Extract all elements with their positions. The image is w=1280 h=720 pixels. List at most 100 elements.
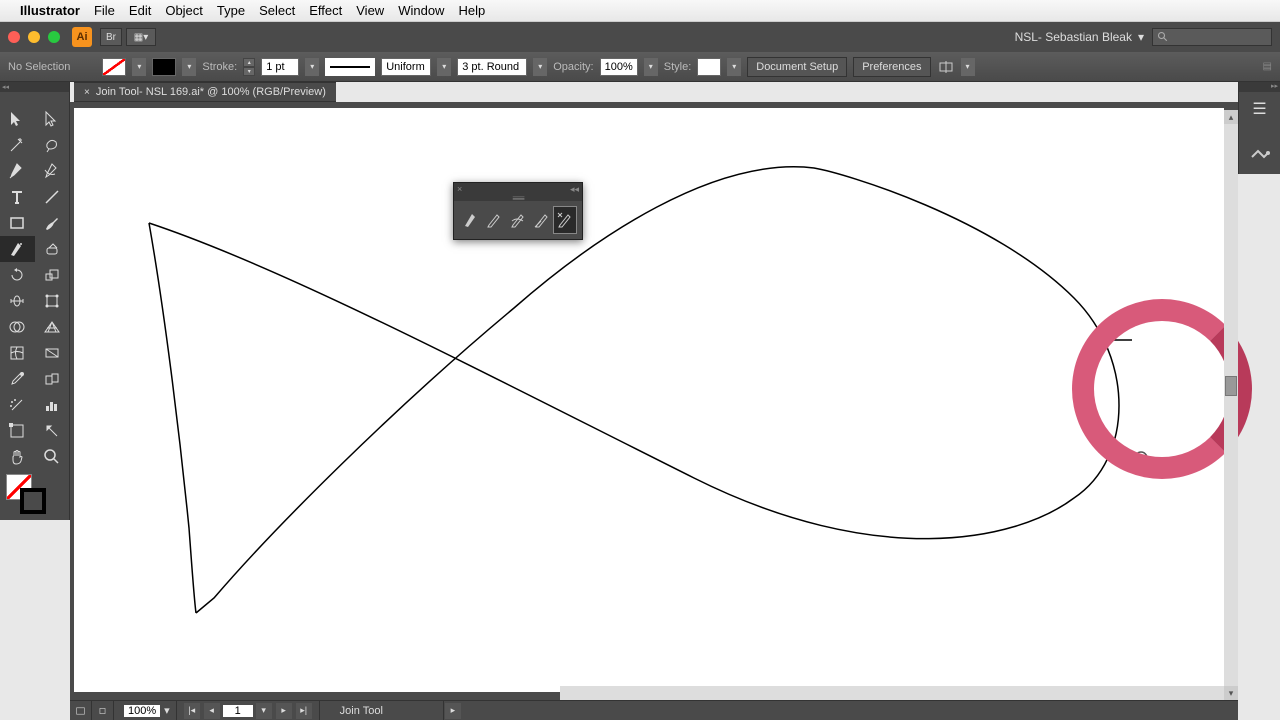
scale-tool[interactable] — [35, 262, 70, 288]
right-dock-expand[interactable]: ▸▸ — [1239, 82, 1280, 92]
properties-panel-icon[interactable] — [1244, 144, 1276, 170]
workspace-switcher[interactable]: NSL- Sebastian Bleak ▾ — [1015, 30, 1144, 44]
stroke-weight-input[interactable]: 1 pt — [261, 58, 299, 76]
align-to-dropdown[interactable]: ▾ — [961, 58, 975, 76]
smooth-tool[interactable] — [507, 207, 529, 233]
shaper-tool[interactable] — [0, 236, 35, 262]
free-transform-tool[interactable] — [35, 288, 70, 314]
direct-selection-tool[interactable] — [35, 106, 70, 132]
stroke-swatch[interactable] — [152, 58, 176, 76]
width-icon — [8, 292, 26, 310]
document-tab[interactable]: × Join Tool- NSL 169.ai* @ 100% (RGB/Pre… — [74, 83, 336, 101]
gradient-tool[interactable] — [35, 340, 70, 366]
app-name[interactable]: Illustrator — [20, 3, 80, 18]
menu-edit[interactable]: Edit — [129, 3, 151, 18]
zoom-level[interactable]: 100%▾ — [114, 701, 177, 720]
menu-select[interactable]: Select — [259, 3, 295, 18]
line-segment-tool[interactable] — [35, 184, 70, 210]
graphic-style-swatch[interactable] — [697, 58, 721, 76]
document-setup-button[interactable]: Document Setup — [747, 57, 847, 77]
variable-width-select[interactable]: Uniform — [381, 58, 431, 76]
search-input[interactable] — [1152, 28, 1272, 46]
graphic-style-dropdown[interactable]: ▾ — [727, 58, 741, 76]
blend-tool[interactable] — [35, 366, 70, 392]
prev-artboard-button[interactable]: ◂ — [204, 703, 220, 719]
scroll-thumb[interactable] — [1225, 376, 1237, 396]
first-artboard-button[interactable]: |◂ — [184, 703, 200, 719]
artboard-dropdown[interactable]: ▾ — [256, 703, 272, 719]
scroll-down-icon[interactable]: ▾ — [1224, 686, 1238, 700]
opacity-dropdown[interactable]: ▾ — [644, 58, 658, 76]
rotate-tool[interactable] — [0, 262, 35, 288]
brush-select[interactable]: 3 pt. Round — [457, 58, 527, 76]
type-tool[interactable] — [0, 184, 35, 210]
path-eraser-tool[interactable] — [531, 207, 553, 233]
menu-view[interactable]: View — [356, 3, 384, 18]
pencil-tool[interactable] — [484, 207, 506, 233]
pen-tool[interactable] — [0, 158, 35, 184]
status-menu-dropdown[interactable]: ▸ — [445, 703, 461, 719]
gpu-preview-icon[interactable] — [70, 701, 92, 720]
last-artboard-button[interactable]: ▸| — [296, 703, 312, 719]
menu-effect[interactable]: Effect — [309, 3, 342, 18]
bridge-button[interactable]: Br — [100, 28, 122, 46]
lasso-tool[interactable] — [35, 132, 70, 158]
close-tab-icon[interactable]: × — [84, 87, 90, 98]
symbol-sprayer-tool[interactable] — [0, 392, 35, 418]
menu-window[interactable]: Window — [398, 3, 444, 18]
fill-dropdown[interactable]: ▾ — [132, 58, 146, 76]
shaper-tool[interactable] — [460, 207, 482, 233]
slice-tool[interactable] — [35, 418, 70, 444]
minimize-window-icon[interactable] — [28, 31, 40, 43]
brush-dropdown[interactable]: ▾ — [533, 58, 547, 76]
paintbrush-tool[interactable] — [35, 210, 70, 236]
mesh-tool[interactable] — [0, 340, 35, 366]
opacity-input[interactable]: 100% — [600, 58, 638, 76]
tools-panel-collapse[interactable] — [0, 82, 69, 92]
menu-file[interactable]: File — [94, 3, 115, 18]
shape-builder-tool[interactable] — [0, 314, 35, 340]
tools-panel — [0, 82, 70, 520]
pencil-tool-group-panel[interactable]: × ◂◂ — [453, 182, 583, 240]
perspective-grid-tool[interactable] — [35, 314, 70, 340]
control-bar-menu-icon[interactable]: ▤ — [1263, 61, 1272, 72]
panel-close-icon[interactable]: × — [457, 184, 462, 194]
hand-tool[interactable] — [0, 444, 35, 470]
next-artboard-button[interactable]: ▸ — [276, 703, 292, 719]
preferences-button[interactable]: Preferences — [853, 57, 930, 77]
width-tool[interactable] — [0, 288, 35, 314]
panel-collapse-icon[interactable]: ◂◂ — [570, 184, 579, 195]
rectangle-tool[interactable] — [0, 210, 35, 236]
zoom-tool[interactable] — [35, 444, 70, 470]
scroll-up-icon[interactable]: ▴ — [1224, 110, 1238, 124]
selection-tool[interactable] — [0, 106, 35, 132]
eyedropper-tool[interactable] — [0, 366, 35, 392]
zoom-window-icon[interactable] — [48, 31, 60, 43]
fill-swatch[interactable] — [102, 58, 126, 76]
artboard-tool[interactable] — [0, 418, 35, 444]
stroke-dropdown[interactable]: ▾ — [182, 58, 196, 76]
magic-wand-tool[interactable] — [0, 132, 35, 158]
menu-help[interactable]: Help — [458, 3, 485, 18]
variable-width-dropdown[interactable]: ▾ — [437, 58, 451, 76]
fill-stroke-control[interactable] — [0, 470, 69, 520]
panel-menu-icon[interactable]: ☰ — [1244, 96, 1276, 122]
chevron-down-icon: ▾ — [1138, 30, 1144, 44]
align-to-icon[interactable] — [937, 58, 955, 76]
artboard-nav-icon[interactable] — [92, 701, 114, 720]
menu-type[interactable]: Type — [217, 3, 245, 18]
stroke-box-icon[interactable] — [20, 488, 46, 514]
artboard[interactable] — [74, 108, 1224, 692]
join-tool[interactable] — [554, 207, 576, 233]
artboard-number[interactable]: 1 — [223, 705, 253, 717]
close-window-icon[interactable] — [8, 31, 20, 43]
horizontal-scrollbar[interactable] — [560, 686, 1224, 700]
curvature-tool[interactable] — [35, 158, 70, 184]
stroke-weight-stepper[interactable]: ▴▾ — [243, 58, 255, 76]
vertical-scrollbar[interactable]: ▴ ▾ — [1224, 110, 1238, 700]
menu-object[interactable]: Object — [165, 3, 203, 18]
eraser-tool[interactable] — [35, 236, 70, 262]
stroke-weight-dropdown[interactable]: ▾ — [305, 58, 319, 76]
arrange-documents-button[interactable]: ▦▾ — [126, 28, 156, 46]
column-graph-tool[interactable] — [35, 392, 70, 418]
